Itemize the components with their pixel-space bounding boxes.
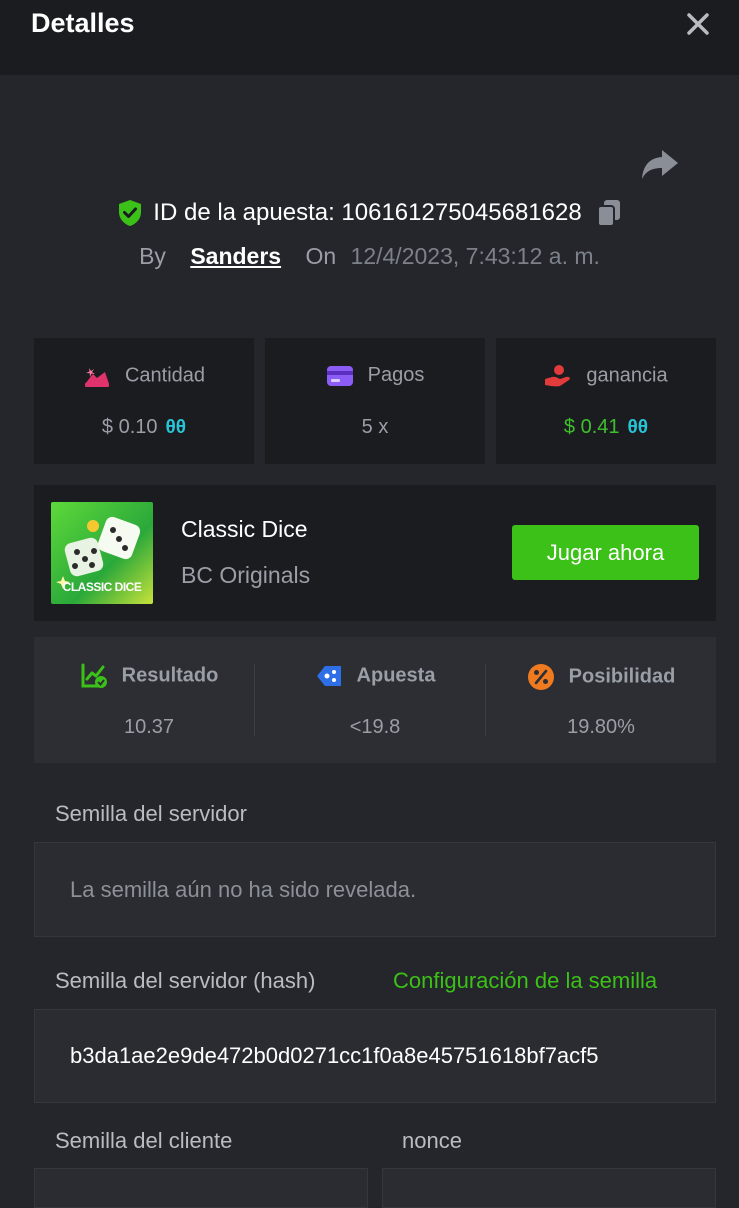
profit-value: $ 0.41	[563, 416, 620, 438]
bet-id-row: ID de la apuesta: 106161275045681628	[0, 198, 739, 232]
client-seed-field[interactable]	[34, 1168, 368, 1208]
result-panel: Resultado 10.37 Apuesta <19.8 Posibilida…	[34, 637, 716, 763]
game-thumb-label: CLASSIC DICE	[62, 580, 142, 594]
bet-column: Apuesta <19.8	[260, 637, 490, 763]
bet-tag-icon	[316, 666, 341, 686]
user-link[interactable]: Sanders	[190, 243, 281, 269]
on-label: On	[305, 243, 337, 269]
amount-label: Cantidad	[124, 364, 206, 387]
profit-hand-icon	[545, 365, 571, 387]
result-value: 10.37	[123, 716, 175, 738]
result-chart-icon	[81, 663, 107, 688]
payout-value: 5 x	[361, 416, 389, 438]
game-card: CLASSIC DICE Classic Dice BC Originals J…	[34, 485, 716, 621]
client-seed-label: Semilla del cliente	[55, 1128, 233, 1153]
chance-column: Posibilidad 19.80%	[486, 637, 716, 763]
server-seed-field[interactable]: La semilla aún no ha sido revelada.	[34, 842, 716, 937]
game-name[interactable]: Classic Dice	[181, 516, 308, 543]
share-icon[interactable]	[640, 146, 680, 182]
column-divider	[254, 664, 255, 736]
bet-id: ID de la apuesta: 106161275045681628	[153, 199, 582, 226]
nonce-label: nonce	[402, 1128, 462, 1153]
result-column: Resultado 10.37	[34, 637, 264, 763]
bet-value: <19.8	[349, 716, 401, 738]
bet-amount-icon	[84, 368, 109, 387]
bet-date: 12/4/2023, 7:43:12 a. m.	[350, 243, 600, 269]
verified-shield-icon	[119, 200, 142, 226]
server-hash-value: b3da1ae2e9de472b0d0271cc1f0a8e45751618bf…	[70, 1043, 599, 1068]
game-thumbnail[interactable]: CLASSIC DICE	[51, 502, 153, 604]
profit-card: ganancia $ 0.41 θθ	[496, 338, 716, 464]
bet-label: Apuesta	[356, 664, 436, 687]
result-label: Resultado	[121, 664, 219, 687]
chance-value: 19.80%	[567, 716, 635, 738]
percent-icon	[527, 664, 554, 690]
server-hash-label: Semilla del servidor (hash)	[55, 968, 316, 993]
payout-card-icon	[326, 365, 353, 386]
bet-author-row: By Sanders On 12/4/2023, 7:43:12 a. m.	[0, 243, 739, 270]
server-seed-label: Semilla del servidor	[55, 801, 247, 826]
seed-settings-link[interactable]: Configuración de la semilla	[393, 968, 657, 994]
nonce-field[interactable]	[382, 1168, 716, 1208]
close-icon[interactable]	[682, 8, 714, 40]
coin-icon: θθ	[627, 417, 649, 438]
server-seed-value: La semilla aún no ha sido revelada.	[70, 876, 417, 902]
coin-icon: θθ	[165, 417, 187, 438]
payout-label: Pagos	[367, 364, 425, 386]
amount-value: $ 0.10	[101, 416, 158, 438]
game-provider: BC Originals	[181, 562, 311, 588]
copy-icon[interactable]	[596, 198, 622, 228]
modal-header: Detalles	[0, 0, 739, 75]
by-label: By	[139, 243, 166, 269]
play-now-button[interactable]: Jugar ahora	[512, 525, 699, 580]
amount-card: Cantidad $ 0.10 θθ	[34, 338, 254, 464]
profit-label: ganancia	[586, 364, 668, 387]
payout-card: Pagos 5 x	[265, 338, 485, 464]
chance-label: Posibilidad	[568, 665, 676, 688]
server-hash-field[interactable]: b3da1ae2e9de472b0d0271cc1f0a8e45751618bf…	[34, 1009, 716, 1103]
modal-title: Detalles	[31, 8, 135, 38]
